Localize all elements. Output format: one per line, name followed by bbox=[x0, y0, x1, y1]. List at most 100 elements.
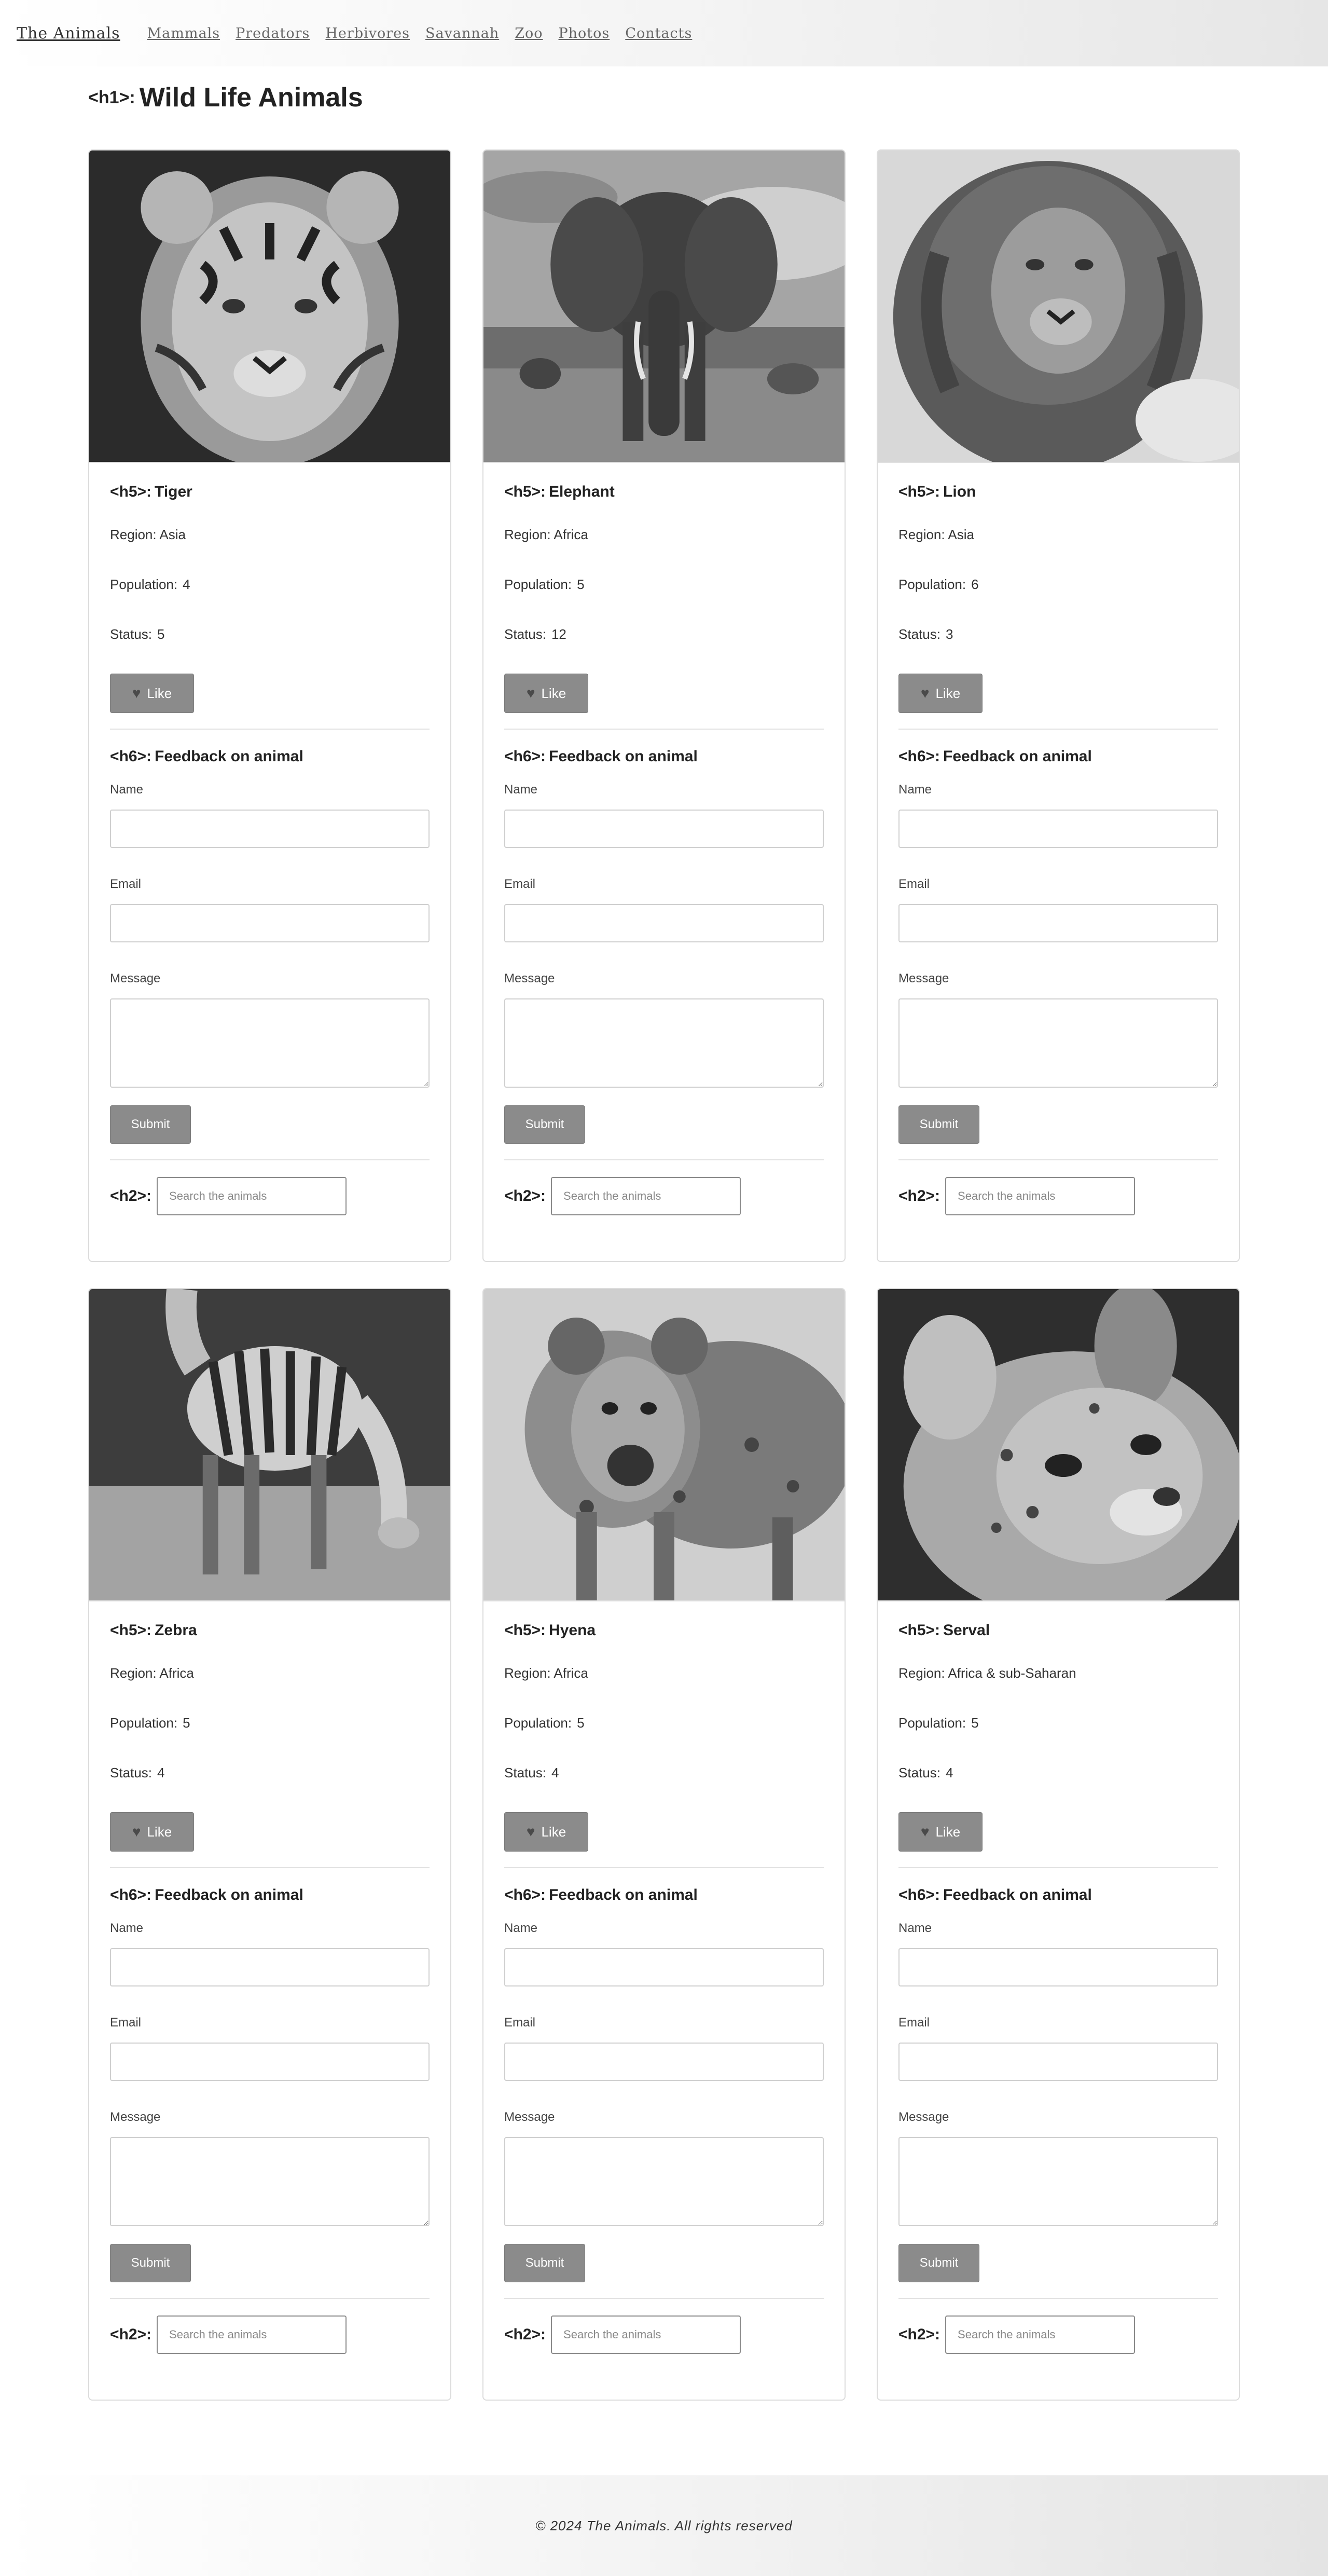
card-title-tag: <h5>: bbox=[504, 1622, 546, 1639]
search-row: <h2>: bbox=[504, 1177, 824, 1215]
name-field[interactable] bbox=[110, 1948, 430, 1986]
status-line: Status: 5 bbox=[110, 624, 430, 674]
population-value: 4 bbox=[183, 577, 190, 592]
card-title-tag: <h5>: bbox=[504, 483, 546, 500]
divider bbox=[898, 1867, 1218, 1868]
like-label: Like bbox=[935, 1824, 961, 1840]
like-button[interactable]: ♥ Like bbox=[110, 1812, 194, 1852]
submit-button[interactable]: Submit bbox=[110, 2244, 191, 2282]
form-title-text: Feedback on animal bbox=[155, 1886, 303, 1903]
search-tag: <h2>: bbox=[898, 1187, 940, 1204]
region-text: Region: Africa bbox=[504, 1665, 588, 1681]
message-field[interactable] bbox=[898, 2137, 1218, 2226]
population-label: Population: bbox=[110, 577, 178, 592]
divider bbox=[110, 2298, 430, 2299]
search-tag: <h2>: bbox=[110, 1187, 152, 1204]
nav-link-predators[interactable]: Predators bbox=[236, 25, 310, 42]
card-body: <h5>: Hyena Region: Africa Population: 5 … bbox=[483, 1601, 845, 2354]
divider bbox=[110, 1159, 430, 1160]
like-button[interactable]: ♥ Like bbox=[504, 1812, 588, 1852]
submit-button[interactable]: Submit bbox=[504, 2244, 585, 2282]
status-label: Status: bbox=[504, 626, 546, 642]
name-label: Name bbox=[504, 1921, 538, 1935]
animal-name: Elephant bbox=[549, 483, 615, 500]
search-row: <h2>: bbox=[898, 1177, 1218, 1215]
submit-button[interactable]: Submit bbox=[110, 1105, 191, 1144]
nav-link-savannah[interactable]: Savannah bbox=[425, 25, 499, 42]
nav-link-contacts[interactable]: Contacts bbox=[625, 25, 692, 42]
like-button[interactable]: ♥ Like bbox=[110, 674, 194, 713]
card-title-tag: <h5>: bbox=[110, 483, 152, 500]
page-title-text: Wild Life Animals bbox=[139, 83, 363, 113]
name-field[interactable] bbox=[898, 1948, 1218, 1986]
name-field[interactable] bbox=[110, 810, 430, 848]
message-field[interactable] bbox=[504, 998, 824, 1088]
like-label: Like bbox=[147, 685, 172, 701]
search-input[interactable] bbox=[945, 1177, 1136, 1215]
like-button[interactable]: ♥ Like bbox=[898, 1812, 983, 1852]
search-row: <h2>: bbox=[898, 2315, 1218, 2354]
brand-link[interactable]: The Animals bbox=[17, 24, 120, 43]
animal-name: Zebra bbox=[155, 1622, 197, 1639]
animal-card: <h5>: Tiger Region: Asia Population: 4 St… bbox=[88, 149, 451, 1262]
animal-name: Tiger bbox=[155, 483, 192, 500]
like-label: Like bbox=[541, 1824, 566, 1840]
message-field[interactable] bbox=[110, 2137, 430, 2226]
animal-name: Lion bbox=[943, 483, 976, 500]
name-field[interactable] bbox=[504, 1948, 824, 1986]
heart-icon: ♥ bbox=[526, 685, 535, 701]
status-value: 12 bbox=[551, 626, 566, 642]
search-input[interactable] bbox=[551, 1177, 741, 1215]
animal-card: <h5>: Hyena Region: Africa Population: 5 … bbox=[482, 1288, 846, 2401]
message-field[interactable] bbox=[110, 998, 430, 1088]
elephant-photo bbox=[483, 150, 845, 463]
status-value: 3 bbox=[945, 626, 953, 642]
message-field[interactable] bbox=[898, 998, 1218, 1088]
divider bbox=[110, 1867, 430, 1868]
search-input[interactable] bbox=[551, 2315, 741, 2354]
email-field[interactable] bbox=[898, 904, 1218, 942]
population-label: Population: bbox=[898, 577, 966, 592]
submit-button[interactable]: Submit bbox=[504, 1105, 585, 1144]
divider bbox=[110, 729, 430, 730]
status-label: Status: bbox=[110, 626, 152, 642]
submit-button[interactable]: Submit bbox=[898, 2244, 979, 2282]
nav-link-photos[interactable]: Photos bbox=[559, 25, 610, 42]
email-field[interactable] bbox=[110, 2043, 430, 2081]
animal-card-grid: <h5>: Tiger Region: Asia Population: 4 St… bbox=[88, 149, 1240, 2401]
region-text: Region: Asia bbox=[898, 527, 974, 542]
nav-link-zoo[interactable]: Zoo bbox=[515, 25, 543, 42]
submit-button[interactable]: Submit bbox=[898, 1105, 979, 1144]
email-field[interactable] bbox=[504, 2043, 824, 2081]
email-field[interactable] bbox=[504, 904, 824, 942]
search-tag: <h2>: bbox=[898, 2326, 940, 2343]
hyena-photo bbox=[483, 1289, 845, 1601]
search-input[interactable] bbox=[945, 2315, 1136, 2354]
email-field[interactable] bbox=[898, 2043, 1218, 2081]
nav-link-mammals[interactable]: Mammals bbox=[147, 25, 220, 42]
name-field[interactable] bbox=[898, 810, 1218, 848]
divider bbox=[898, 1159, 1218, 1160]
divider bbox=[504, 2298, 824, 2299]
name-label: Name bbox=[898, 1921, 932, 1935]
form-title-tag: <h6>: bbox=[110, 748, 152, 765]
name-field[interactable] bbox=[504, 810, 824, 848]
page-title-tag: <h1>: bbox=[88, 87, 135, 107]
like-button[interactable]: ♥ Like bbox=[898, 674, 983, 713]
animal-name: Serval bbox=[943, 1622, 990, 1639]
status-label: Status: bbox=[898, 626, 940, 642]
email-field[interactable] bbox=[110, 904, 430, 942]
footer-copyright: © 2024 The Animals. All rights reserved bbox=[535, 2517, 793, 2533]
status-value: 4 bbox=[551, 1765, 559, 1780]
message-label: Message bbox=[110, 2110, 161, 2124]
population-value: 5 bbox=[183, 1715, 190, 1731]
search-input[interactable] bbox=[157, 1177, 347, 1215]
search-input[interactable] bbox=[157, 2315, 347, 2354]
region-text: Region: Africa & sub-Saharan bbox=[898, 1665, 1076, 1681]
message-label: Message bbox=[504, 2110, 555, 2124]
nav-link-herbivores[interactable]: Herbivores bbox=[325, 25, 410, 42]
like-button[interactable]: ♥ Like bbox=[504, 674, 588, 713]
message-field[interactable] bbox=[504, 2137, 824, 2226]
form-title-text: Feedback on animal bbox=[943, 1886, 1092, 1903]
status-line: Status: 4 bbox=[504, 1762, 824, 1812]
